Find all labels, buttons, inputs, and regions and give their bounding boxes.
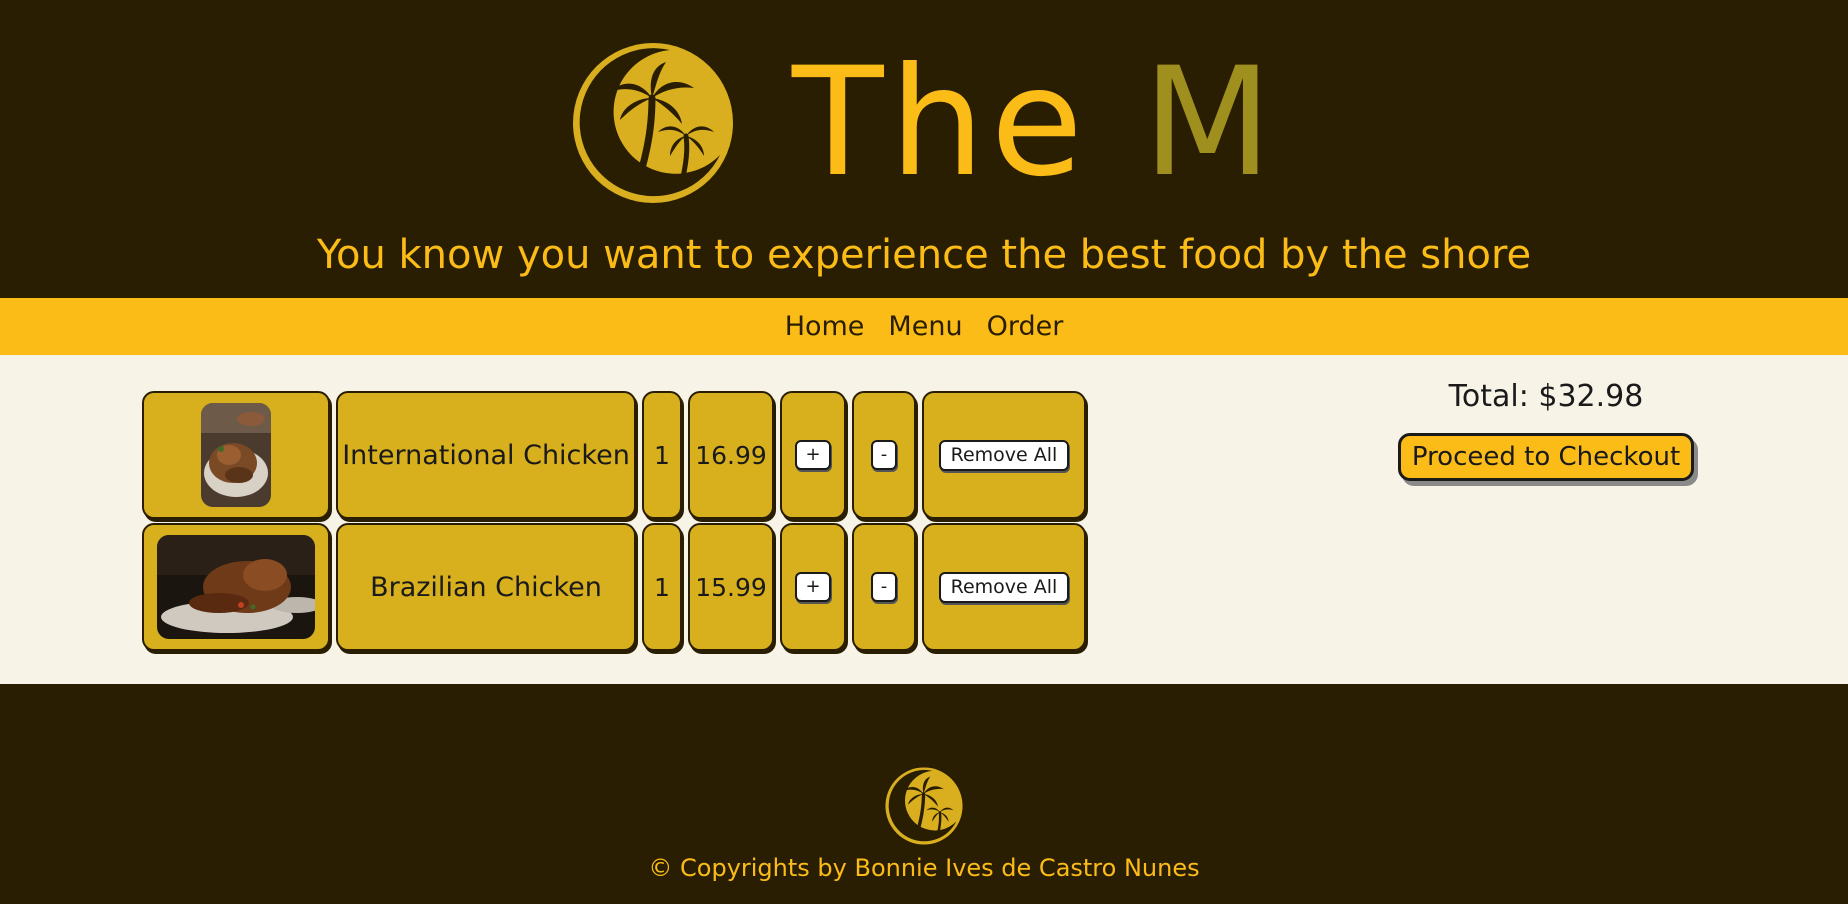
site-footer: © Copyrights by Bonnie Ives de Castro Nu…	[0, 684, 1848, 904]
palm-tree-logo-icon	[885, 767, 963, 845]
copyright-text: © Copyrights by Bonnie Ives de Castro Nu…	[648, 854, 1200, 882]
item-quantity: 1	[642, 523, 682, 651]
checkout-button[interactable]: Proceed to Checkout	[1398, 433, 1694, 481]
cart-summary: Total: $32.98 Proceed to Checkout	[1398, 377, 1694, 481]
item-name: International Chicken	[336, 391, 636, 519]
decrement-button[interactable]: -	[870, 440, 898, 470]
cart-section: International Chicken 1 16.99 + - Remove…	[0, 355, 1848, 684]
decrement-button[interactable]: -	[870, 572, 898, 602]
tagline: You know you want to experience the best…	[316, 232, 1532, 278]
brand-name-part2: M	[1142, 36, 1279, 210]
site-header: The M You know you want to experience th…	[0, 0, 1848, 298]
remove-all-button[interactable]: Remove All	[938, 439, 1070, 471]
nav-order-link[interactable]: Order	[987, 311, 1064, 342]
palm-tree-logo-icon[interactable]	[570, 40, 736, 206]
item-image-cell	[142, 523, 330, 651]
decrement-cell: -	[852, 523, 916, 651]
remove-cell: Remove All	[922, 523, 1086, 651]
item-quantity: 1	[642, 391, 682, 519]
food-photo	[201, 403, 271, 507]
cart-total: Total: $32.98	[1448, 379, 1644, 414]
item-price: 15.99	[688, 523, 774, 651]
increment-cell: +	[780, 391, 846, 519]
remove-all-button[interactable]: Remove All	[938, 571, 1070, 603]
item-name: Brazilian Chicken	[336, 523, 636, 651]
main-nav: Home Menu Order	[0, 298, 1848, 355]
item-image-cell	[142, 391, 330, 519]
food-photo	[157, 535, 315, 639]
brand-row: The M	[0, 38, 1848, 208]
decrement-cell: -	[852, 391, 916, 519]
brand-name-part1: The	[791, 36, 1089, 210]
nav-home-link[interactable]: Home	[785, 311, 865, 342]
nav-menu-link[interactable]: Menu	[888, 311, 962, 342]
increment-button[interactable]: +	[795, 440, 831, 470]
item-price: 16.99	[688, 391, 774, 519]
increment-cell: +	[780, 523, 846, 651]
remove-cell: Remove All	[922, 391, 1086, 519]
brand-name: The M	[792, 48, 1278, 198]
increment-button[interactable]: +	[795, 572, 831, 602]
